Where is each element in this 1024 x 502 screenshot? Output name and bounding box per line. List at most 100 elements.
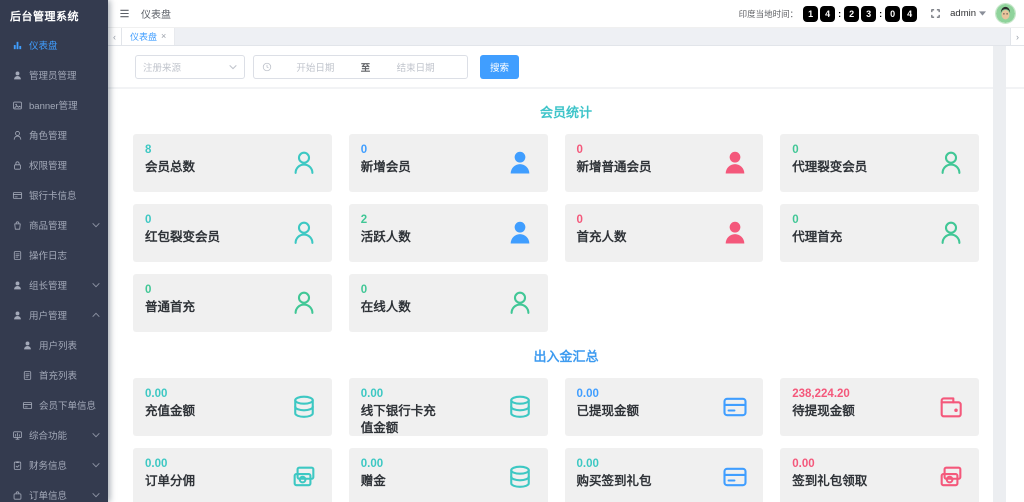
tab-scroll-left-icon[interactable]: ‹	[108, 28, 122, 45]
sidebar-item-仪表盘[interactable]: 仪表盘	[0, 30, 108, 60]
sidebar-item-label: 用户列表	[39, 338, 77, 352]
stat-card: 0普通首充	[133, 274, 332, 332]
stat-label: 待提现金额	[792, 403, 868, 419]
wallet-icon	[937, 393, 965, 421]
credit-card-icon	[721, 463, 749, 491]
close-icon[interactable]: ×	[161, 32, 166, 41]
stat-label: 新增普通会员	[577, 159, 653, 175]
top-header: 仪表盘 印度当地时间： 14:23:04 admin	[108, 0, 1024, 28]
clock-digit: 4	[902, 6, 917, 22]
stat-card: 238,224.20待提现金额	[780, 378, 979, 436]
bar-chart-icon	[12, 40, 23, 51]
document-icon	[22, 370, 33, 381]
banknotes-icon	[290, 463, 318, 491]
select-placeholder: 注册来源	[143, 60, 229, 74]
sidebar-item-label: 银行卡信息	[29, 188, 77, 202]
stat-card: 0.00签到礼包领取	[780, 448, 979, 502]
user-icon	[22, 340, 33, 351]
sidebar-item-用户管理[interactable]: 用户管理	[0, 300, 108, 330]
sidebar-item-财务信息[interactable]: 财务信息	[0, 450, 108, 480]
stat-label: 赠金	[361, 473, 437, 489]
stats-panel: 会员统计8会员总数0新增会员0新增普通会员0代理裂变会员0红包裂变会员2活跃人数…	[108, 102, 1024, 502]
stat-label: 订单分佣	[145, 473, 221, 489]
stat-card: 0红包裂变会员	[133, 204, 332, 262]
lock-icon	[12, 160, 23, 171]
shopping-bag-icon	[12, 220, 23, 231]
tab-label: 仪表盘	[130, 30, 157, 43]
user-icon	[12, 70, 23, 81]
start-date-placeholder: 开始日期	[272, 60, 359, 74]
chevron-down-icon	[229, 64, 237, 70]
chevron-down-icon	[92, 431, 100, 439]
sidebar-item-银行卡信息[interactable]: 银行卡信息	[0, 180, 108, 210]
sidebar-menu: 仪表盘管理员管理 banner管理角色管理权限管理银行卡信息商品管理操作日志组长管…	[0, 30, 108, 502]
chevron-down-icon	[92, 491, 100, 499]
hamburger-menu-icon[interactable]	[118, 8, 131, 19]
sidebar-item-label: 综合功能	[29, 428, 67, 442]
section-title: 出入金汇总	[108, 346, 1024, 365]
clock-digit: 0	[885, 6, 900, 22]
filter-bar: 注册来源 开始日期 至 结束日期 搜索	[108, 46, 1024, 89]
sidebar-item-权限管理[interactable]: 权限管理	[0, 150, 108, 180]
chevron-down-icon	[92, 461, 100, 469]
cards-grid: 8会员总数0新增会员0新增普通会员0代理裂变会员0红包裂变会员2活跃人数0首充人…	[133, 134, 979, 332]
user-icon	[12, 310, 23, 321]
tab-dashboard[interactable]: 仪表盘 ×	[122, 28, 175, 45]
stat-label: 会员总数	[145, 159, 221, 175]
sidebar-item-操作日志[interactable]: 操作日志	[0, 240, 108, 270]
clock-digit: 1	[803, 6, 818, 22]
stat-label: 红包裂变会员	[145, 229, 221, 245]
stat-card: 0代理裂变会员	[780, 134, 979, 192]
bag-icon	[12, 490, 23, 501]
chevron-down-icon	[92, 221, 100, 229]
sidebar-item-label: 管理员管理	[29, 68, 77, 82]
tab-bar: ‹ 仪表盘 × ›	[108, 28, 1024, 46]
coins-icon	[290, 393, 318, 421]
fullscreen-icon[interactable]	[930, 8, 941, 19]
sidebar-item-label: 商品管理	[29, 218, 67, 232]
sidebar-item-label: 权限管理	[29, 158, 67, 172]
sidebar-item-首充列表[interactable]: 首充列表	[0, 360, 108, 390]
sidebar-item-订单信息[interactable]: 订单信息	[0, 480, 108, 502]
sidebar-item-label: 财务信息	[29, 458, 67, 472]
sidebar-item-综合功能[interactable]: 综合功能	[0, 420, 108, 450]
bank-card-icon	[22, 400, 33, 411]
clock-display: 14:23:04	[803, 6, 917, 22]
cards-grid: 0.00充值金额0.00线下银行卡充值金额0.00已提现金额238,224.20…	[133, 378, 979, 502]
sidebar-item-用户列表[interactable]: 用户列表	[0, 330, 108, 360]
sidebar-item-label: 操作日志	[29, 248, 67, 262]
sidebar-item-会员下单信息[interactable]: 会员下单信息	[0, 390, 108, 420]
avatar[interactable]	[995, 3, 1016, 24]
stat-label: 购买签到礼包	[577, 473, 653, 489]
sidebar-item-label: 角色管理	[29, 128, 67, 142]
user-outline-icon	[290, 219, 318, 247]
app-root: 后台管理系统 仪表盘管理员管理banner管理角色管理权限管理银行卡信息商品管理…	[0, 0, 1024, 502]
stat-card: 0.00购买签到礼包	[565, 448, 764, 502]
user-filled-icon	[721, 149, 749, 177]
sidebar-item-角色管理[interactable]: 角色管理	[0, 120, 108, 150]
tab-scroll-right-icon[interactable]: ›	[1010, 28, 1024, 45]
user-outline-icon	[12, 130, 23, 141]
clock-icon	[262, 62, 272, 72]
search-button[interactable]: 搜索	[480, 55, 519, 79]
sidebar-item-label: 组长管理	[29, 278, 67, 292]
sidebar-item-banner管理[interactable]: banner管理	[0, 90, 108, 120]
user-outline-icon	[937, 149, 965, 177]
scrollbar-track[interactable]	[993, 46, 1006, 502]
stat-card: 0.00赠金	[349, 448, 548, 502]
section-title: 会员统计	[108, 102, 1024, 121]
sidebar-item-组长管理[interactable]: 组长管理	[0, 270, 108, 300]
register-source-select[interactable]: 注册来源	[135, 55, 245, 79]
stat-label: 在线人数	[361, 299, 437, 315]
sidebar-item-商品管理[interactable]: 商品管理	[0, 210, 108, 240]
clock-digit: 3	[861, 6, 876, 22]
clock-colon: :	[838, 9, 841, 19]
coins-icon	[506, 463, 534, 491]
date-range-input[interactable]: 开始日期 至 结束日期	[253, 55, 468, 79]
sidebar-item-管理员管理[interactable]: 管理员管理	[0, 60, 108, 90]
stat-card: 0在线人数	[349, 274, 548, 332]
user-dropdown[interactable]: admin	[950, 8, 986, 19]
username: admin	[950, 8, 976, 19]
sidebar-item-label: 用户管理	[29, 308, 67, 322]
stat-label: 代理首充	[792, 229, 868, 245]
